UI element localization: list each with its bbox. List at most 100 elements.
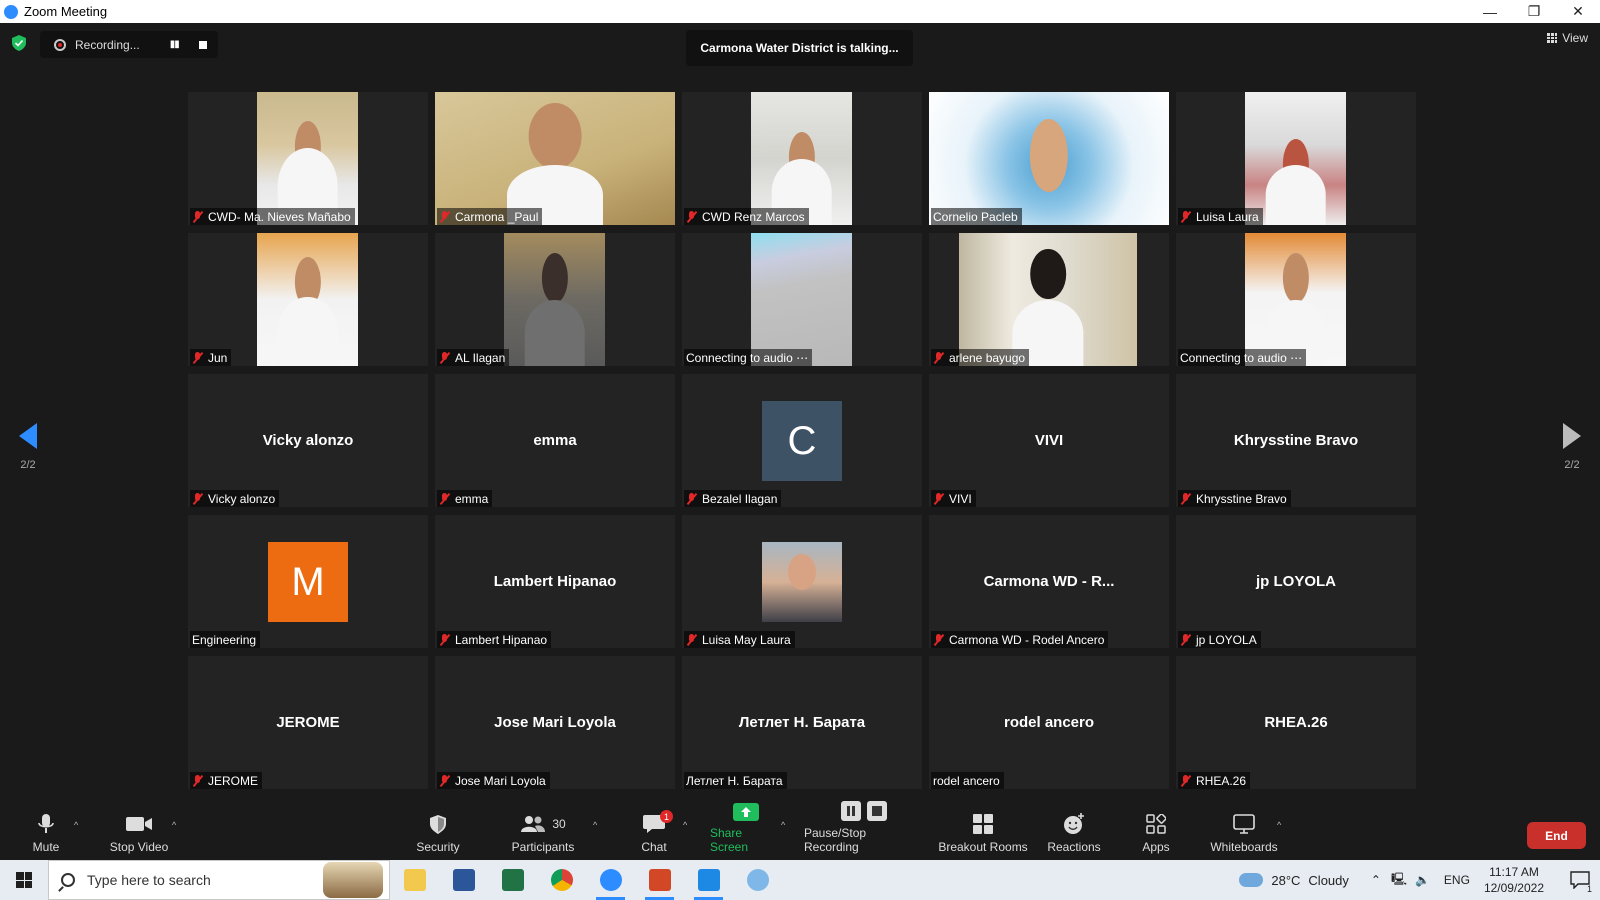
participant-display-name: JEROME: [276, 714, 340, 731]
taskbar-paint[interactable]: [733, 860, 782, 900]
participant-display-name: Летлет Н. Барата: [738, 714, 866, 731]
participant-tile[interactable]: emma emma: [435, 374, 675, 507]
participant-tile[interactable]: Connecting to audio ⋯: [1176, 233, 1416, 366]
next-page-button[interactable]: 2/2: [1552, 423, 1592, 483]
word-icon: [452, 869, 475, 891]
participant-tile[interactable]: Khrysstine Bravo Khrysstine Bravo: [1176, 374, 1416, 507]
participant-tile[interactable]: Carmona WD - R... Carmona WD - Rodel Anc…: [929, 515, 1169, 648]
network-icon[interactable]: 🖳: [1391, 870, 1407, 891]
taskbar-pinned-apps: [390, 860, 782, 900]
participant-tile[interactable]: Luisa Laura: [1176, 92, 1416, 225]
participant-video: [929, 92, 1169, 225]
participant-name-label: arlene bayugo: [931, 349, 1030, 366]
taskbar-chrome[interactable]: [537, 860, 586, 900]
participant-tile[interactable]: Carmona _Paul: [435, 92, 675, 225]
start-button[interactable]: [0, 860, 48, 900]
page-indicator-left: 2/2: [20, 459, 36, 471]
zoom-app-icon: [4, 4, 18, 19]
participants-options-caret[interactable]: ^: [593, 820, 597, 830]
participant-video: [959, 233, 1137, 366]
video-options-caret[interactable]: ^: [172, 820, 176, 830]
participant-tile[interactable]: Jose Mari Loyola Jose Mari Loyola: [435, 656, 675, 789]
participant-display-name: Khrysstine Bravo: [1233, 432, 1359, 449]
minimize-button[interactable]: —: [1468, 0, 1512, 23]
pause-recording-button[interactable]: ▮▮: [170, 39, 180, 50]
share-options-caret[interactable]: ^: [781, 820, 785, 830]
participant-tile[interactable]: VIVI VIVI: [929, 374, 1169, 507]
photos-icon: [697, 869, 720, 891]
participant-name-label: Carmona _Paul: [437, 208, 543, 225]
excel-icon: [501, 869, 524, 891]
participant-tile[interactable]: Connecting to audio ⋯: [682, 233, 922, 366]
participant-display-name: emma: [533, 432, 577, 449]
participant-tile[interactable]: Jun: [188, 233, 428, 366]
end-meeting-button[interactable]: End: [1527, 822, 1586, 849]
reactions-label: Reactions: [1047, 840, 1101, 854]
participant-tile[interactable]: Cornelio Pacleb: [929, 92, 1169, 225]
breakout-rooms-button[interactable]: Breakout Rooms: [938, 810, 1028, 860]
mute-button[interactable]: Mute: [26, 810, 66, 860]
participant-tile[interactable]: Lambert Hipanao Lambert Hipanao: [435, 515, 675, 648]
participants-button[interactable]: 30 Participants: [508, 810, 578, 860]
restore-button[interactable]: ❐: [1512, 0, 1556, 23]
previous-page-button[interactable]: 2/2: [8, 423, 48, 483]
breakout-rooms-icon: [973, 813, 993, 835]
shield-icon: [430, 813, 446, 835]
whiteboards-options-caret[interactable]: ^: [1277, 820, 1281, 830]
mic-muted-icon: [1180, 774, 1192, 787]
participant-tile[interactable]: M Engineering: [188, 515, 428, 648]
mic-muted-icon: [192, 210, 204, 223]
chevron-up-icon[interactable]: ⌃: [1371, 873, 1381, 887]
view-button[interactable]: View: [1547, 31, 1588, 45]
participant-tile[interactable]: rodel ancero rodel ancero: [929, 656, 1169, 789]
clock-time: 11:17 AM: [1489, 865, 1539, 879]
reactions-button[interactable]: Reactions: [1046, 810, 1102, 860]
cloud-icon: [1239, 873, 1264, 887]
taskbar-presentation[interactable]: [635, 860, 684, 900]
mic-muted-icon: [933, 492, 945, 505]
chat-options-caret[interactable]: ^: [683, 820, 687, 830]
taskbar-zoom[interactable]: [586, 860, 635, 900]
participant-tile[interactable]: CWD Renz Marcos: [682, 92, 922, 225]
speaker-icon[interactable]: 🔈: [1415, 873, 1430, 887]
participant-name-label: JEROME: [190, 772, 263, 789]
participant-tile[interactable]: AL Ilagan: [435, 233, 675, 366]
participant-tile[interactable]: Luisa May Laura: [682, 515, 922, 648]
participant-tile[interactable]: JEROME JEROME: [188, 656, 428, 789]
participant-tile[interactable]: Летлет Н. Барата Летлет Н. Барата: [682, 656, 922, 789]
participant-display-name: Carmona WD - R...: [983, 573, 1115, 590]
participant-tile[interactable]: RHEA.26 RHEA.26: [1176, 656, 1416, 789]
taskbar-search-box[interactable]: Type here to search: [48, 860, 390, 900]
notification-center-button[interactable]: 1: [1560, 860, 1600, 900]
weather-desc[interactable]: Cloudy: [1308, 873, 1348, 888]
weather-temp[interactable]: 28°C: [1271, 873, 1300, 888]
recording-dot-icon: [54, 38, 66, 51]
participant-tile[interactable]: jp LOYOLA jp LOYOLA: [1176, 515, 1416, 648]
participant-tile[interactable]: CWD- Ma. Nieves Mañabo: [188, 92, 428, 225]
audio-options-caret[interactable]: ^: [74, 820, 78, 830]
whiteboards-button[interactable]: Whiteboards: [1206, 810, 1282, 860]
stop-recording-button[interactable]: [198, 40, 207, 49]
apps-button[interactable]: Apps: [1138, 810, 1174, 860]
mic-muted-icon: [686, 633, 698, 646]
language-indicator[interactable]: ENG: [1444, 873, 1470, 887]
chat-button[interactable]: 1 Chat: [636, 810, 673, 860]
pause-stop-recording-button[interactable]: Pause/Stop Recording: [804, 801, 924, 860]
participant-tile[interactable]: Vicky alonzo Vicky alonzo: [188, 374, 428, 507]
stop-video-button[interactable]: Stop Video: [104, 810, 174, 860]
shield-icon[interactable]: [12, 35, 26, 51]
taskbar-excel[interactable]: [488, 860, 537, 900]
security-button[interactable]: Security: [410, 810, 466, 860]
share-screen-button[interactable]: Share Screen: [710, 803, 782, 860]
breakout-rooms-label: Breakout Rooms: [938, 840, 1028, 854]
taskbar-word[interactable]: [439, 860, 488, 900]
clock[interactable]: 11:17 AM 12/09/2022: [1484, 864, 1544, 896]
notification-count: 1: [1586, 884, 1592, 894]
taskbar-photos[interactable]: [684, 860, 733, 900]
close-button[interactable]: ✕: [1556, 0, 1600, 23]
participant-tile[interactable]: C Bezalel Ilagan: [682, 374, 922, 507]
participant-profile-photo: [762, 542, 842, 622]
participant-tile[interactable]: arlene bayugo: [929, 233, 1169, 366]
taskbar-file-explorer[interactable]: [390, 860, 439, 900]
recording-indicator: Recording... ▮▮: [40, 31, 218, 58]
